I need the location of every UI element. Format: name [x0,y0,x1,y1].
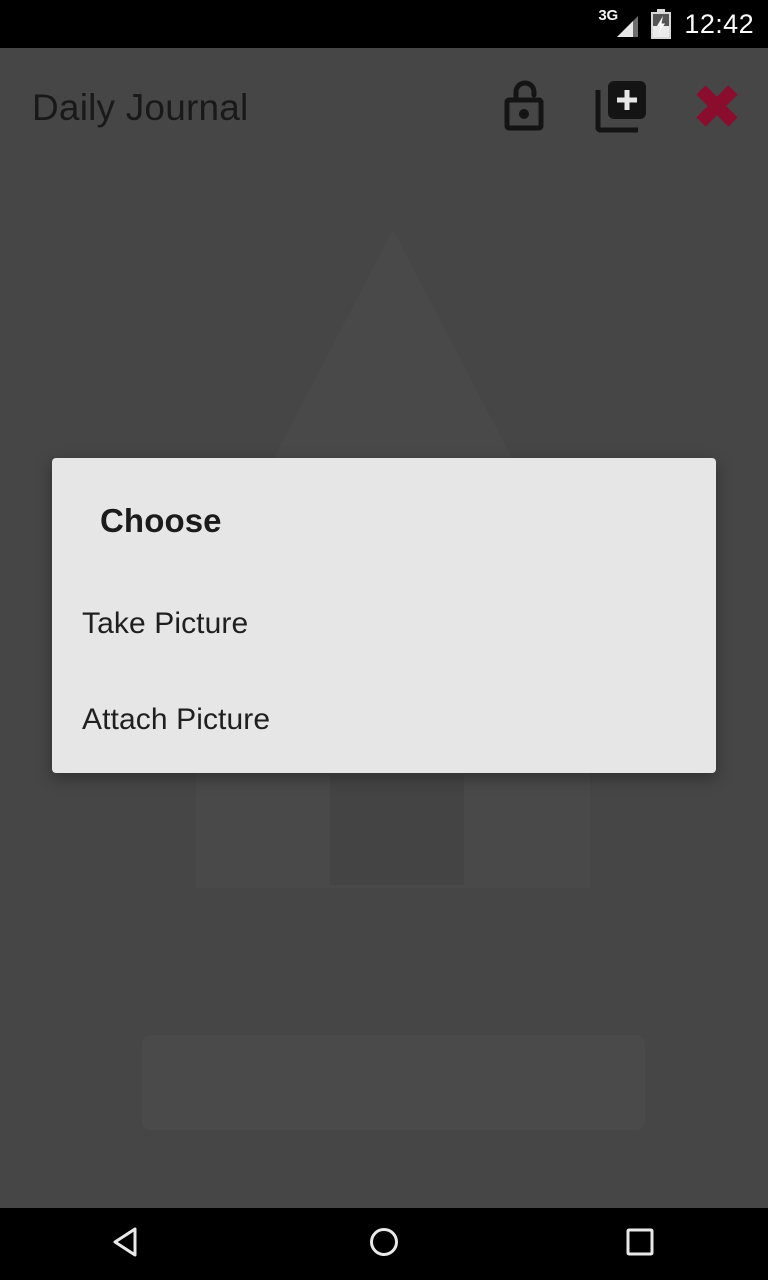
recents-square-icon [620,1222,660,1267]
status-bar-icons: 3G 12:42 [598,7,754,39]
home-circle-icon [364,1222,404,1267]
dialog-options-list: Take Picture Attach Picture [52,576,716,768]
choose-dialog: Choose Take Picture Attach Picture [52,458,716,773]
close-x-icon [690,79,744,138]
signal-cellular-icon: 3G [598,7,639,39]
app-bar: Daily Journal [0,48,768,168]
back-triangle-icon [108,1222,148,1267]
page-title: Daily Journal [32,87,249,128]
app-bar-actions [492,75,750,141]
battery-charging-icon [651,9,672,39]
network-type-label: 3G [598,7,618,24]
library-add-button[interactable] [588,75,654,141]
charging-bolt-icon [657,16,666,34]
library-add-icon [594,78,648,139]
lock-open-icon [500,78,550,139]
nav-recents-button[interactable] [512,1208,768,1280]
dialog-title: Choose [100,502,222,539]
signal-bars-filled [617,21,634,37]
dialog-item-attach-picture[interactable]: Attach Picture [52,672,716,768]
dialog-item-take-picture[interactable]: Take Picture [52,576,716,672]
close-button[interactable] [684,75,750,141]
status-bar: 3G 12:42 [0,0,768,48]
navigation-bar [0,1208,768,1280]
lock-open-button[interactable] [492,75,558,141]
status-bar-clock: 12:42 [684,9,754,39]
nav-home-button[interactable] [256,1208,512,1280]
android-screen: Daily Journal 3G 12:42 Choose Take Pictu… [0,0,768,1280]
nav-back-button[interactable] [0,1208,256,1280]
